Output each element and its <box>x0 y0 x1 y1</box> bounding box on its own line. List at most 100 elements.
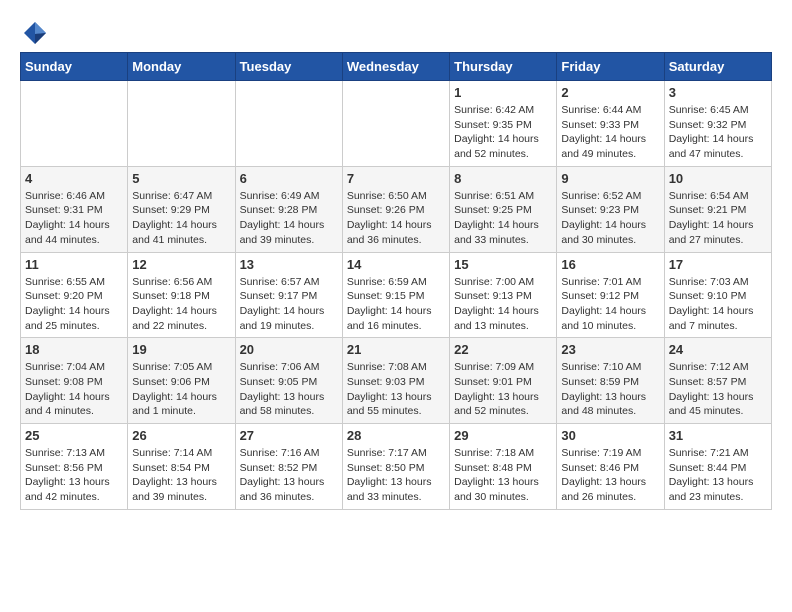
day-info: Sunrise: 7:14 AM Sunset: 8:54 PM Dayligh… <box>132 446 230 505</box>
day-info: Sunrise: 7:18 AM Sunset: 8:48 PM Dayligh… <box>454 446 552 505</box>
calendar-cell: 5Sunrise: 6:47 AM Sunset: 9:29 PM Daylig… <box>128 166 235 252</box>
day-number: 3 <box>669 85 767 100</box>
day-number: 27 <box>240 428 338 443</box>
calendar-cell: 6 Sunrise: 6:49 AM Sunset: 9:28 PM Daylig… <box>235 166 342 252</box>
calendar-week-row: 1Sunrise: 6:42 AM Sunset: 9:35 PM Daylig… <box>21 81 772 167</box>
day-number: 9 <box>561 171 659 186</box>
day-info: Sunrise: 7:16 AM Sunset: 8:52 PM Dayligh… <box>240 446 338 505</box>
day-number: 19 <box>132 342 230 357</box>
calendar-cell: 30 Sunrise: 7:19 AM Sunset: 8:46 PM Dayli… <box>557 424 664 510</box>
day-number: 7 <box>347 171 445 186</box>
calendar-cell: 19 Sunrise: 7:05 AM Sunset: 9:06 PM Dayli… <box>128 338 235 424</box>
calendar-cell <box>21 81 128 167</box>
calendar-cell: 3 Sunrise: 6:45 AM Sunset: 9:32 PM Daylig… <box>664 81 771 167</box>
calendar-cell <box>235 81 342 167</box>
day-info: Sunrise: 7:05 AM Sunset: 9:06 PM Dayligh… <box>132 360 230 419</box>
day-number: 29 <box>454 428 552 443</box>
day-number: 16 <box>561 257 659 272</box>
col-header-tuesday: Tuesday <box>235 53 342 81</box>
day-number: 22 <box>454 342 552 357</box>
day-number: 8 <box>454 171 552 186</box>
calendar-cell: 27 Sunrise: 7:16 AM Sunset: 8:52 PM Dayli… <box>235 424 342 510</box>
calendar-cell <box>342 81 449 167</box>
day-number: 2 <box>561 85 659 100</box>
calendar-week-row: 11 Sunrise: 6:55 AM Sunset: 9:20 PM Dayli… <box>21 252 772 338</box>
calendar-cell: 18 Sunrise: 7:04 AM Sunset: 9:08 PM Dayli… <box>21 338 128 424</box>
day-number: 13 <box>240 257 338 272</box>
day-info: Sunrise: 7:12 AM Sunset: 8:57 PM Dayligh… <box>669 360 767 419</box>
day-number: 30 <box>561 428 659 443</box>
day-info: Sunrise: 6:59 AM Sunset: 9:15 PM Dayligh… <box>347 275 445 334</box>
calendar-cell: 15Sunrise: 7:00 AM Sunset: 9:13 PM Dayli… <box>450 252 557 338</box>
calendar-cell: 17 Sunrise: 7:03 AM Sunset: 9:10 PM Dayli… <box>664 252 771 338</box>
calendar-cell: 14 Sunrise: 6:59 AM Sunset: 9:15 PM Dayli… <box>342 252 449 338</box>
day-info: Sunrise: 6:45 AM Sunset: 9:32 PM Dayligh… <box>669 103 767 162</box>
day-number: 11 <box>25 257 123 272</box>
calendar-cell: 4 Sunrise: 6:46 AM Sunset: 9:31 PM Daylig… <box>21 166 128 252</box>
day-info: Sunrise: 6:54 AM Sunset: 9:21 PM Dayligh… <box>669 189 767 248</box>
calendar-cell: 8 Sunrise: 6:51 AM Sunset: 9:25 PM Daylig… <box>450 166 557 252</box>
day-info: Sunrise: 7:04 AM Sunset: 9:08 PM Dayligh… <box>25 360 123 419</box>
day-info: Sunrise: 7:21 AM Sunset: 8:44 PM Dayligh… <box>669 446 767 505</box>
day-info: Sunrise: 7:19 AM Sunset: 8:46 PM Dayligh… <box>561 446 659 505</box>
calendar-week-row: 4 Sunrise: 6:46 AM Sunset: 9:31 PM Daylig… <box>21 166 772 252</box>
calendar-cell <box>128 81 235 167</box>
calendar-cell: 22 Sunrise: 7:09 AM Sunset: 9:01 PM Dayli… <box>450 338 557 424</box>
calendar-header-row: SundayMondayTuesdayWednesdayThursdayFrid… <box>21 53 772 81</box>
day-number: 17 <box>669 257 767 272</box>
day-info: Sunrise: 6:46 AM Sunset: 9:31 PM Dayligh… <box>25 189 123 248</box>
day-info: Sunrise: 6:47 AM Sunset: 9:29 PM Dayligh… <box>132 189 230 248</box>
calendar-cell: 16Sunrise: 7:01 AM Sunset: 9:12 PM Dayli… <box>557 252 664 338</box>
calendar-week-row: 25 Sunrise: 7:13 AM Sunset: 8:56 PM Dayli… <box>21 424 772 510</box>
day-info: Sunrise: 6:55 AM Sunset: 9:20 PM Dayligh… <box>25 275 123 334</box>
day-info: Sunrise: 7:17 AM Sunset: 8:50 PM Dayligh… <box>347 446 445 505</box>
calendar-cell: 20 Sunrise: 7:06 AM Sunset: 9:05 PM Dayli… <box>235 338 342 424</box>
calendar-cell: 24 Sunrise: 7:12 AM Sunset: 8:57 PM Dayli… <box>664 338 771 424</box>
day-info: Sunrise: 7:06 AM Sunset: 9:05 PM Dayligh… <box>240 360 338 419</box>
calendar-cell: 2Sunrise: 6:44 AM Sunset: 9:33 PM Daylig… <box>557 81 664 167</box>
day-number: 24 <box>669 342 767 357</box>
col-header-thursday: Thursday <box>450 53 557 81</box>
day-info: Sunrise: 7:09 AM Sunset: 9:01 PM Dayligh… <box>454 360 552 419</box>
day-number: 10 <box>669 171 767 186</box>
calendar-cell: 29 Sunrise: 7:18 AM Sunset: 8:48 PM Dayli… <box>450 424 557 510</box>
logo <box>20 20 50 42</box>
calendar-table: SundayMondayTuesdayWednesdayThursdayFrid… <box>20 52 772 510</box>
day-number: 20 <box>240 342 338 357</box>
day-info: Sunrise: 6:49 AM Sunset: 9:28 PM Dayligh… <box>240 189 338 248</box>
day-number: 1 <box>454 85 552 100</box>
day-number: 4 <box>25 171 123 186</box>
day-info: Sunrise: 6:52 AM Sunset: 9:23 PM Dayligh… <box>561 189 659 248</box>
logo-icon <box>22 20 48 46</box>
day-info: Sunrise: 6:50 AM Sunset: 9:26 PM Dayligh… <box>347 189 445 248</box>
day-number: 6 <box>240 171 338 186</box>
day-info: Sunrise: 6:56 AM Sunset: 9:18 PM Dayligh… <box>132 275 230 334</box>
day-number: 26 <box>132 428 230 443</box>
day-number: 25 <box>25 428 123 443</box>
calendar-cell: 9 Sunrise: 6:52 AM Sunset: 9:23 PM Daylig… <box>557 166 664 252</box>
calendar-cell: 26 Sunrise: 7:14 AM Sunset: 8:54 PM Dayli… <box>128 424 235 510</box>
day-info: Sunrise: 7:13 AM Sunset: 8:56 PM Dayligh… <box>25 446 123 505</box>
col-header-monday: Monday <box>128 53 235 81</box>
calendar-cell: 28Sunrise: 7:17 AM Sunset: 8:50 PM Dayli… <box>342 424 449 510</box>
calendar-cell: 23Sunrise: 7:10 AM Sunset: 8:59 PM Dayli… <box>557 338 664 424</box>
col-header-wednesday: Wednesday <box>342 53 449 81</box>
day-info: Sunrise: 7:08 AM Sunset: 9:03 PM Dayligh… <box>347 360 445 419</box>
day-number: 14 <box>347 257 445 272</box>
day-info: Sunrise: 7:03 AM Sunset: 9:10 PM Dayligh… <box>669 275 767 334</box>
day-info: Sunrise: 6:51 AM Sunset: 9:25 PM Dayligh… <box>454 189 552 248</box>
day-number: 18 <box>25 342 123 357</box>
calendar-cell: 1Sunrise: 6:42 AM Sunset: 9:35 PM Daylig… <box>450 81 557 167</box>
calendar-cell: 31Sunrise: 7:21 AM Sunset: 8:44 PM Dayli… <box>664 424 771 510</box>
col-header-saturday: Saturday <box>664 53 771 81</box>
day-number: 23 <box>561 342 659 357</box>
day-number: 12 <box>132 257 230 272</box>
calendar-cell: 7 Sunrise: 6:50 AM Sunset: 9:26 PM Daylig… <box>342 166 449 252</box>
calendar-week-row: 18 Sunrise: 7:04 AM Sunset: 9:08 PM Dayli… <box>21 338 772 424</box>
day-number: 15 <box>454 257 552 272</box>
calendar-cell: 25 Sunrise: 7:13 AM Sunset: 8:56 PM Dayli… <box>21 424 128 510</box>
calendar-cell: 21 Sunrise: 7:08 AM Sunset: 9:03 PM Dayli… <box>342 338 449 424</box>
calendar-cell: 13Sunrise: 6:57 AM Sunset: 9:17 PM Dayli… <box>235 252 342 338</box>
calendar-cell: 12 Sunrise: 6:56 AM Sunset: 9:18 PM Dayli… <box>128 252 235 338</box>
day-number: 21 <box>347 342 445 357</box>
